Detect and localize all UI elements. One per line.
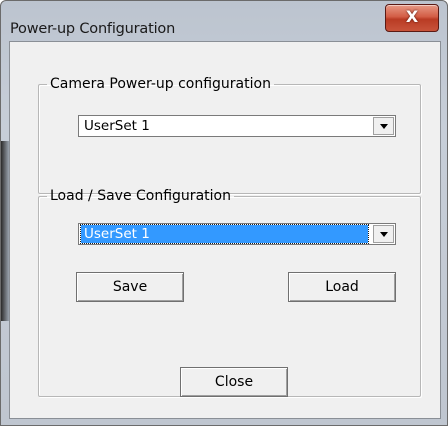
window-close-button[interactable]: X	[385, 4, 439, 32]
load-save-group-label: Load / Save Configuration	[50, 188, 231, 204]
load-button[interactable]: Load	[288, 272, 396, 302]
chevron-down-icon[interactable]	[373, 225, 394, 243]
power-up-userset-value: UserSet 1	[84, 118, 150, 134]
chevron-down-icon[interactable]	[373, 117, 394, 135]
dialog-window: Power-up Configuration X Camera Power-up…	[0, 0, 448, 426]
load-save-userset-select[interactable]: UserSet 1	[78, 223, 396, 245]
dialog-client-area: Camera Power-up configuration UserSet 1 …	[9, 41, 441, 419]
close-icon: X	[405, 7, 419, 26]
save-button[interactable]: Save	[76, 272, 184, 302]
load-save-userset-value: UserSet 1	[80, 224, 369, 244]
window-title: Power-up Configuration	[10, 21, 176, 37]
title-bar[interactable]: Power-up Configuration X	[1, 1, 447, 41]
power-up-userset-select[interactable]: UserSet 1	[78, 115, 396, 137]
close-button[interactable]: Close	[180, 367, 288, 397]
frame-shadow	[1, 141, 9, 321]
power-up-group-label: Camera Power-up configuration	[50, 76, 271, 92]
